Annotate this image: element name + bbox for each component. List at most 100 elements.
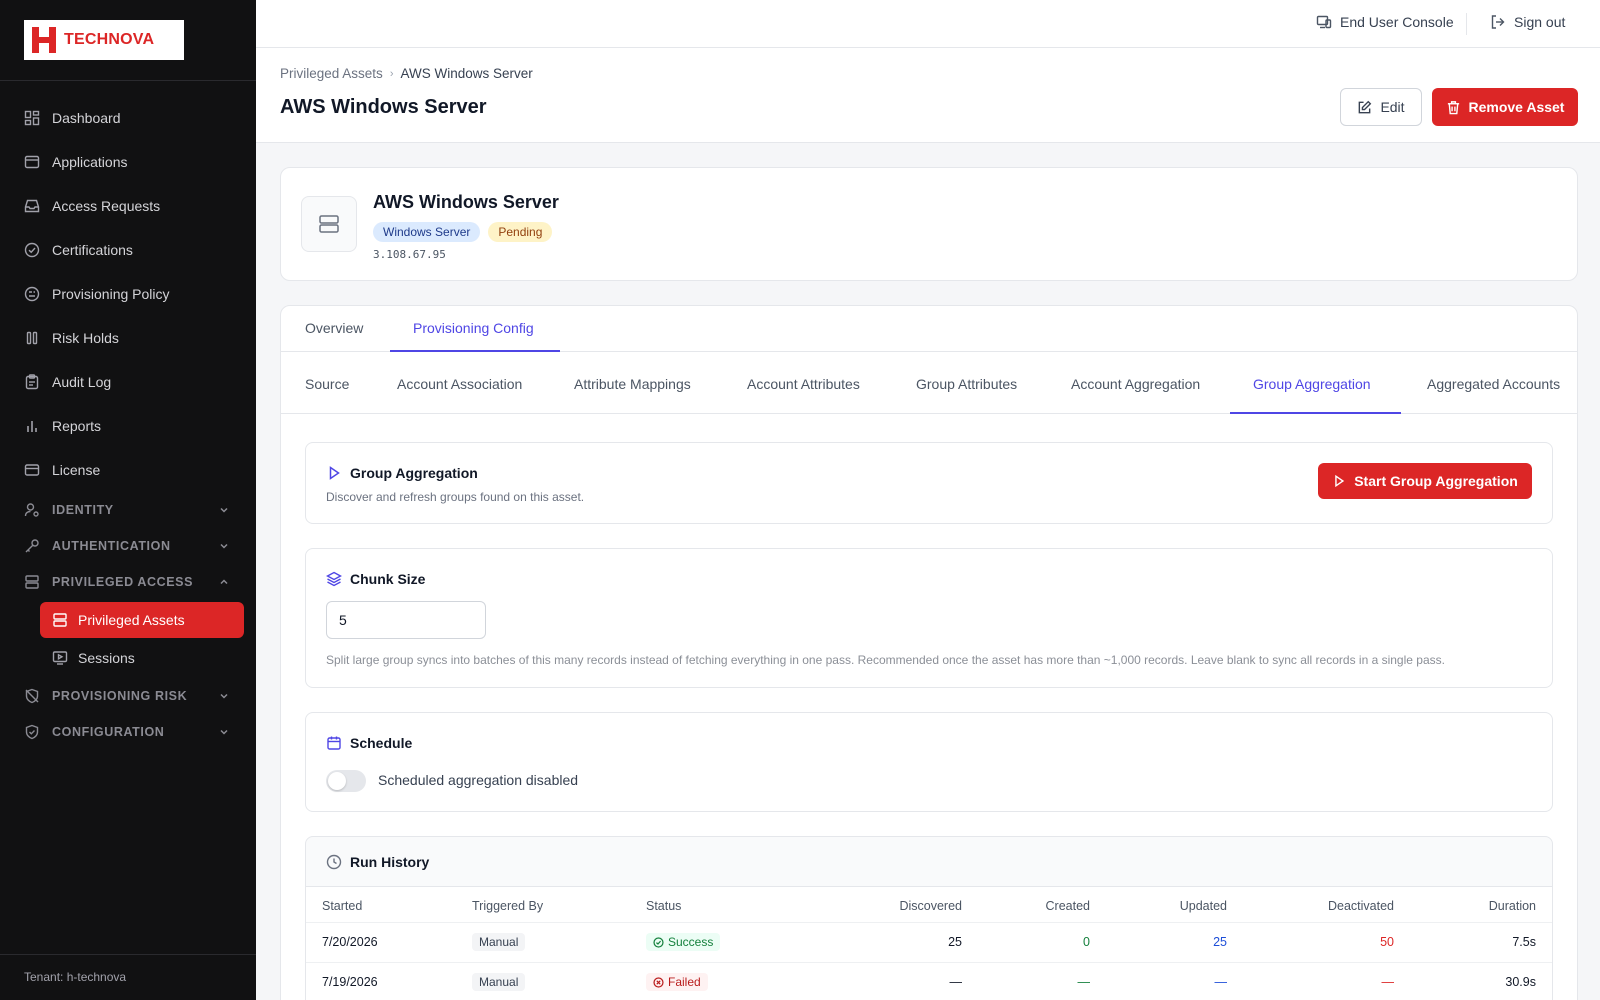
column-header-duration[interactable]: Duration (1489, 899, 1536, 913)
subtab-account-association[interactable]: Account Association (397, 376, 522, 392)
sidebar-item-risk-holds[interactable]: Risk Holds (0, 316, 256, 360)
brand-name: TECHNOVA (64, 31, 155, 48)
column-header-triggered-by[interactable]: Triggered By (472, 899, 543, 913)
sidebar-item-applications[interactable]: Applications (0, 140, 256, 184)
sidebar-group-label: PROVISIONING RISK (52, 689, 188, 703)
cell-updated: 25 (1213, 935, 1227, 949)
sign-out-label: Sign out (1514, 14, 1566, 30)
table-row[interactable]: 7/20/2026 Manual Success 25 0 25 50 7.5s (306, 923, 1552, 963)
column-header-discovered[interactable]: Discovered (899, 899, 962, 913)
sub-tabs: Source Account Association Attribute Map… (281, 352, 1577, 414)
sidebar-item-certifications[interactable]: Certifications (0, 228, 256, 272)
card-icon (24, 462, 40, 478)
sidebar-item-dashboard[interactable]: Dashboard (0, 96, 256, 140)
server-icon (301, 196, 357, 252)
main-tabs: Overview Provisioning Config (281, 306, 1577, 352)
cell-updated: — (1214, 975, 1228, 989)
table-row[interactable]: 7/19/2026 Manual Failed — — — — 30.9s (306, 963, 1552, 1000)
status-badge: Pending (488, 222, 553, 242)
check-circle-icon (653, 936, 664, 948)
group-aggregation-title: Group Aggregation (326, 465, 478, 481)
cell-discovered: 25 (948, 935, 962, 949)
sidebar-item-license[interactable]: License (0, 448, 256, 492)
sidebar-item-label: License (52, 462, 101, 478)
sidebar-item-provisioning-policy[interactable]: Provisioning Policy (0, 272, 256, 316)
subtab-aggregated-accounts[interactable]: Aggregated Accounts (1427, 376, 1560, 392)
bar-chart-icon (24, 418, 40, 434)
column-header-status[interactable]: Status (646, 899, 681, 913)
remove-asset-button[interactable]: Remove Asset (1432, 88, 1578, 126)
cell-started: 7/19/2026 (322, 975, 378, 989)
asset-type-badge: Windows Server (373, 222, 481, 242)
sidebar-item-sessions[interactable]: Sessions (40, 640, 244, 676)
chevron-right-icon: › (389, 67, 394, 80)
chunk-size-input[interactable] (326, 601, 486, 639)
brand-logo[interactable]: TECHNOVA (24, 20, 184, 60)
subtab-attribute-mappings[interactable]: Attribute Mappings (574, 376, 691, 392)
column-header-started[interactable]: Started (322, 899, 362, 913)
cell-started: 7/20/2026 (322, 935, 378, 949)
chevron-down-icon (220, 543, 228, 549)
monitor-play-icon (52, 650, 68, 666)
sidebar-item-privileged-assets[interactable]: Privileged Assets (40, 602, 244, 638)
edit-button[interactable]: Edit (1340, 88, 1422, 126)
active-subtab-indicator (1230, 412, 1401, 414)
subtab-account-attributes[interactable]: Account Attributes (747, 376, 860, 392)
sidebar-group-configuration[interactable]: CONFIGURATION (0, 714, 256, 750)
breadcrumb-current: AWS Windows Server (400, 66, 533, 81)
column-header-created[interactable]: Created (1046, 899, 1090, 913)
breadcrumb-link-privileged-assets[interactable]: Privileged Assets (280, 66, 383, 81)
subtab-account-aggregation[interactable]: Account Aggregation (1071, 376, 1200, 392)
schedule-card: Schedule Scheduled aggregation disabled (305, 712, 1553, 812)
run-history-header: Run History (306, 837, 1552, 887)
sign-out-link[interactable]: Sign out (1490, 14, 1565, 30)
start-group-aggregation-button[interactable]: Start Group Aggregation (1318, 463, 1532, 499)
schedule-toggle[interactable] (326, 770, 366, 792)
sidebar-footer-divider (0, 954, 256, 955)
sidebar-group-authentication[interactable]: AUTHENTICATION (0, 528, 256, 564)
tab-provisioning-config[interactable]: Provisioning Config (413, 320, 534, 336)
server-icon (52, 612, 68, 628)
run-history-title: Run History (326, 854, 429, 870)
column-header-deactivated[interactable]: Deactivated (1328, 899, 1394, 913)
server-icon (24, 574, 40, 590)
pause-icon (24, 330, 40, 346)
sidebar-group-label: PRIVILEGED ACCESS (52, 575, 194, 589)
logout-icon (1490, 14, 1506, 30)
play-icon (1332, 474, 1346, 488)
sidebar-item-label: Privileged Assets (78, 612, 185, 628)
play-icon (326, 465, 342, 481)
schedule-title: Schedule (326, 735, 412, 751)
cell-status: Success (646, 933, 721, 951)
cell-deactivated: 50 (1380, 935, 1394, 949)
subtab-group-attributes[interactable]: Group Attributes (916, 376, 1017, 392)
sidebar-item-audit-log[interactable]: Audit Log (0, 360, 256, 404)
tenant-label: Tenant: h-technova (24, 970, 127, 984)
chevron-up-icon (220, 579, 228, 585)
cell-duration: 7.5s (1512, 935, 1536, 949)
remove-asset-label: Remove Asset (1468, 99, 1565, 115)
sidebar-item-access-requests[interactable]: Access Requests (0, 184, 256, 228)
sidebar-group-label: IDENTITY (52, 503, 114, 517)
sidebar-group-privileged-access[interactable]: PRIVILEGED ACCESS (0, 564, 256, 600)
clock-icon (326, 854, 342, 870)
tab-overview[interactable]: Overview (305, 320, 363, 336)
subtab-source[interactable]: Source (305, 376, 349, 392)
end-user-console-label: End User Console (1340, 14, 1454, 30)
sidebar-group-provisioning-risk[interactable]: PROVISIONING RISK (0, 678, 256, 714)
chunk-size-title: Chunk Size (326, 571, 425, 587)
sidebar-item-label: Certifications (52, 242, 133, 258)
card-title-text: Schedule (350, 735, 413, 751)
start-button-label: Start Group Aggregation (1354, 473, 1518, 489)
asset-ip-address: 3.108.67.95 (373, 248, 446, 261)
end-user-console-link[interactable]: End User Console (1316, 14, 1454, 30)
sidebar-item-reports[interactable]: Reports (0, 404, 256, 448)
shield-check-icon (24, 724, 40, 740)
subtab-group-aggregation[interactable]: Group Aggregation (1253, 376, 1371, 392)
cell-discovered: — (949, 975, 963, 989)
card-title-text: Run History (350, 854, 430, 870)
status-success-chip: Success (646, 933, 721, 951)
sidebar-group-identity[interactable]: IDENTITY (0, 492, 256, 528)
run-history-table: Started Triggered By Status Discovered C… (306, 887, 1552, 1000)
column-header-updated[interactable]: Updated (1180, 899, 1227, 913)
